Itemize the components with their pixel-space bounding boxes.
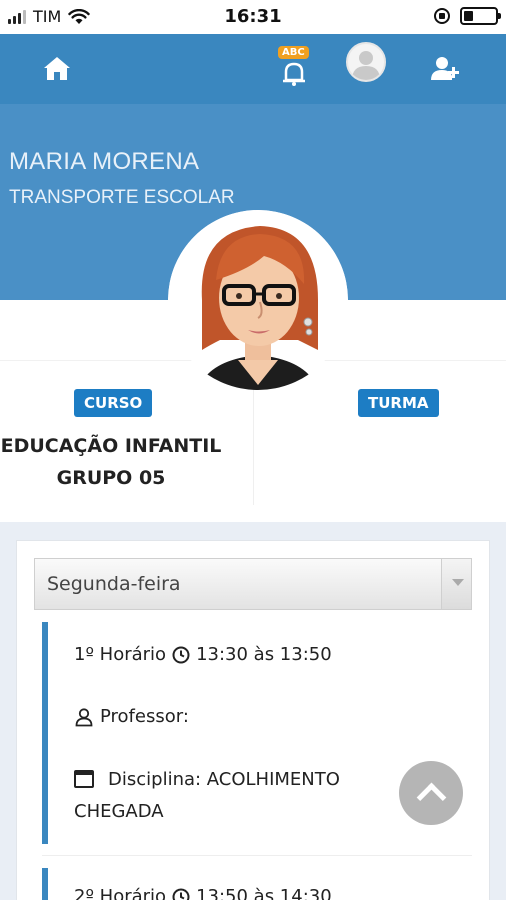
curso-tag: CURSO — [74, 389, 153, 417]
user-avatar-icon — [352, 51, 380, 80]
slot-accent-bar — [42, 622, 48, 844]
day-select-value: Segunda-feira — [47, 573, 181, 595]
slot-professor-line: Professor: — [74, 706, 189, 727]
scroll-to-top-button[interactable] — [399, 761, 463, 825]
home-icon[interactable] — [42, 54, 72, 82]
battery-icon — [460, 7, 501, 25]
slot-time-line: 2º Horário 13:50 às 14:30 — [74, 886, 332, 900]
status-right — [434, 7, 501, 25]
day-select[interactable]: Segunda-feira — [34, 558, 472, 610]
course-name: EDUCAÇÃO INFANTIL GRUPO 05 — [0, 430, 222, 494]
course-line-1: EDUCAÇÃO INFANTIL — [0, 435, 222, 457]
divider — [42, 855, 472, 856]
status-bar: TIM 16:31 — [0, 0, 506, 34]
user-avatar[interactable] — [346, 42, 386, 82]
notification-badge[interactable]: ABC — [278, 46, 309, 59]
student-name: MARIA MORENA — [9, 148, 200, 175]
status-time: 16:31 — [224, 6, 282, 27]
clock-icon — [172, 646, 190, 663]
turma-tag: TURMA — [358, 389, 439, 417]
slot-professor: Professor: — [100, 706, 189, 727]
slot-accent-bar — [42, 868, 48, 900]
slot-time: 13:50 às 14:30 — [196, 886, 332, 900]
user-icon — [75, 707, 93, 726]
slot-time-line: 1º Horário 13:30 às 13:50 — [74, 644, 332, 665]
student-subtitle: TRANSPORTE ESCOLAR — [9, 187, 235, 208]
student-avatar — [168, 210, 348, 390]
slot-time: 13:30 às 13:50 — [196, 644, 332, 665]
divider — [253, 385, 254, 505]
slot-horario: 1º Horário — [74, 644, 167, 665]
clock-icon — [172, 888, 190, 900]
slot-disciplina: Disciplina: ACOLHIMENTO CHEGADA — [74, 769, 340, 822]
top-nav: ABC — [0, 34, 506, 104]
add-user-icon[interactable] — [430, 54, 462, 82]
schedule-slot: 2º Horário 13:50 às 14:30 — [42, 868, 472, 900]
chevron-down-icon[interactable] — [441, 559, 471, 609]
slot-horario: 2º Horário — [74, 886, 167, 900]
rotation-lock-icon — [434, 8, 450, 24]
course-line-2: GRUPO 05 — [56, 467, 166, 489]
student-avatar-image — [168, 210, 348, 390]
